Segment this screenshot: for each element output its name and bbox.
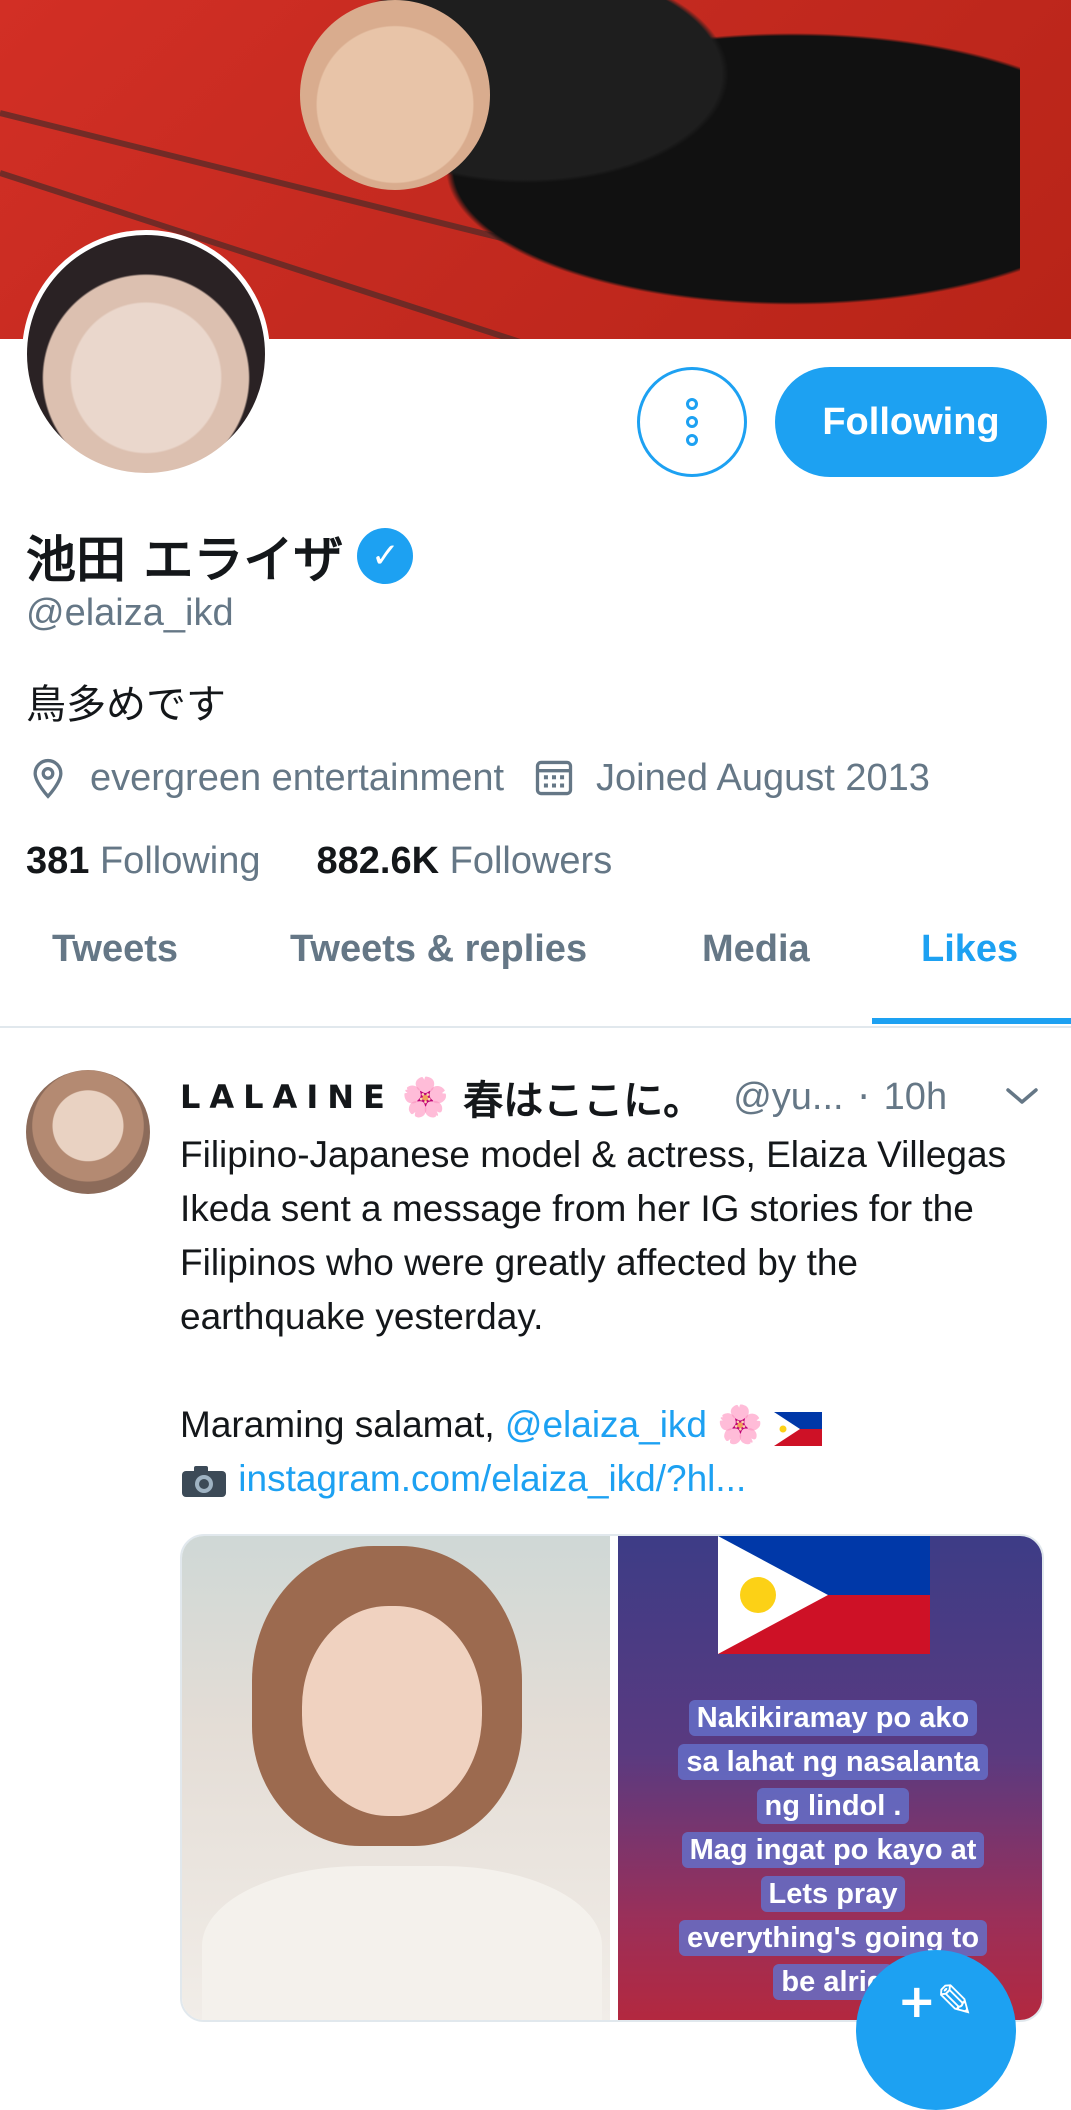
philippines-flag-icon (718, 1536, 930, 1654)
profile-stats: 381 Following 882.6K Followers (26, 840, 612, 883)
tweet-photo-1[interactable] (182, 1536, 610, 2020)
followers-stat[interactable]: 882.6K Followers (317, 840, 613, 883)
tweet-author-name-suffix[interactable]: 春はここに。 (463, 1068, 703, 1126)
tweet-photo-2[interactable]: Nakikiramay po ako sa lahat ng nasalanta… (618, 1536, 1042, 2020)
cherry-blossom-icon: 🌸 (717, 1404, 764, 1445)
following-button[interactable]: Following (775, 367, 1047, 477)
more-vertical-icon (686, 398, 698, 410)
profile-bio: 鳥多めです (26, 682, 226, 728)
tweet-mention-link[interactable]: @elaiza_ikd (505, 1404, 707, 1445)
profile-location: evergreen entertainment (90, 756, 505, 799)
tweet-body: Filipino-Japanese model & actress, Elaiz… (180, 1128, 1030, 1506)
profile-avatar[interactable] (22, 230, 270, 478)
following-label: Following (99, 840, 261, 882)
cherry-blossom-icon: 🌸 (401, 1074, 450, 1119)
tweet-text: Filipino-Japanese model & actress, Elaiz… (180, 1134, 1007, 1337)
profile-tabs: Tweets Tweets & replies Media Likes (0, 890, 1071, 1028)
tweet-header: LALAINE 🌸 春はここに。 @yu... · 10h (180, 1068, 947, 1126)
tweet-text-thanks: Maraming salamat, (180, 1404, 505, 1445)
tweet-separator: · (857, 1075, 870, 1119)
profile-joined: Joined August 2013 (596, 756, 930, 799)
following-count: 381 (26, 840, 90, 882)
location-pin-icon (26, 756, 70, 800)
photo-caption-line: Nakikiramay po ako (688, 1700, 978, 1736)
photo-caption-line: Mag ingat po kayo at (681, 1832, 985, 1868)
tab-media[interactable]: Media (702, 928, 810, 971)
display-name: 池田 エライザ ✓ (26, 520, 414, 592)
chevron-down-icon[interactable] (1004, 1082, 1040, 1110)
followers-label: Followers (449, 840, 613, 882)
philippines-flag-icon (773, 1407, 822, 1447)
tweet-author-avatar[interactable] (26, 1070, 150, 1194)
following-stat[interactable]: 381 Following (26, 840, 261, 883)
active-tab-indicator (872, 1018, 1071, 1024)
tab-likes[interactable]: Likes (921, 928, 1018, 971)
verified-badge-icon: ✓ (357, 528, 414, 584)
tab-tweets-replies[interactable]: Tweets & replies (290, 928, 587, 971)
followers-count: 882.6K (316, 840, 440, 882)
tweet-instagram-link[interactable]: instagram.com/elaiza_ikd/?hl... (238, 1458, 746, 1499)
calendar-icon (532, 756, 576, 800)
display-name-text: 池田 エライザ (26, 531, 344, 589)
tweet-author-name[interactable]: LALAINE (180, 1078, 394, 1116)
tab-tweets[interactable]: Tweets (52, 928, 178, 971)
photo-caption-line: sa lahat ng nasalanta (678, 1744, 988, 1780)
compose-tweet-icon: +✎ (897, 1974, 975, 2028)
profile-handle: @elaiza_ikd (26, 592, 234, 634)
photo-caption-line: Lets pray (760, 1876, 906, 1912)
compose-tweet-button[interactable]: +✎ (856, 1950, 1016, 2110)
photo-caption-line: ng lindol . (756, 1788, 910, 1824)
more-options-button[interactable] (637, 367, 747, 477)
camera-icon (180, 1460, 228, 1498)
tweet-author-handle[interactable]: @yu... (733, 1076, 843, 1119)
tweet-timestamp[interactable]: 10h (884, 1076, 947, 1119)
profile-meta: evergreen entertainment Joined August 20… (26, 756, 958, 800)
tweet-media[interactable]: Nakikiramay po ako sa lahat ng nasalanta… (180, 1534, 1044, 2022)
